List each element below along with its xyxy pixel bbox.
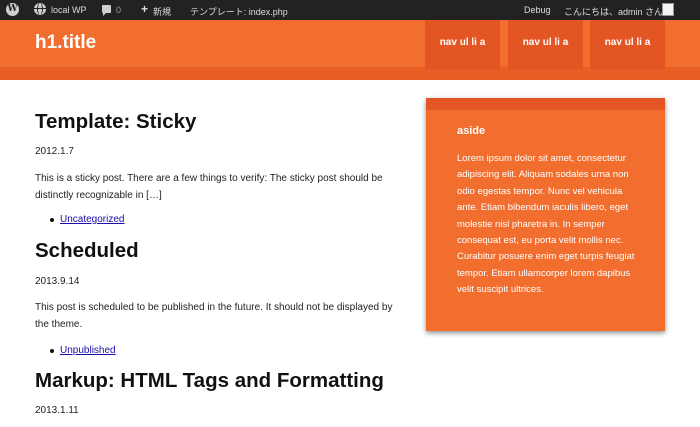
- account-greeting[interactable]: こんにちは、admin さん！: [564, 5, 672, 18]
- aside-title: aside: [457, 125, 486, 137]
- post-title[interactable]: Scheduled: [35, 239, 139, 263]
- sidebar-aside: aside Lorem ipsum dolor sit amet, consec…: [426, 98, 665, 331]
- post-date: 2013.9.14: [35, 276, 80, 287]
- avatar[interactable]: [662, 3, 674, 16]
- comment-icon[interactable]: [102, 5, 111, 16]
- bullet: [50, 218, 54, 222]
- template-info[interactable]: テンプレート: index.php: [190, 5, 288, 18]
- site-title[interactable]: h1.title: [35, 32, 96, 54]
- post-date: 2012.1.7: [35, 146, 74, 157]
- comments-count[interactable]: 0: [116, 5, 121, 15]
- site-globe-icon[interactable]: [34, 3, 46, 15]
- post-title[interactable]: Template: Sticky: [35, 110, 196, 134]
- post-date: 2013.1.11: [35, 405, 79, 416]
- nav-item-2[interactable]: nav ul li a: [508, 20, 583, 70]
- site-name-link[interactable]: local WP: [51, 5, 87, 15]
- post-excerpt: This post is scheduled to be published i…: [35, 302, 393, 330]
- admin-bar: W local WP 0 + 新規 テンプレート: index.php Debu…: [0, 0, 700, 20]
- category-link[interactable]: Uncategorized: [60, 214, 124, 225]
- post-title[interactable]: Markup: HTML Tags and Formatting: [35, 369, 384, 393]
- plus-icon[interactable]: +: [141, 2, 148, 16]
- bullet: [50, 349, 54, 353]
- new-content-link[interactable]: 新規: [153, 5, 171, 18]
- aside-strip: [426, 98, 665, 110]
- aside-text: Lorem ipsum dolor sit amet, consectetur …: [457, 153, 635, 296]
- debug-link[interactable]: Debug: [524, 5, 551, 15]
- nav-item-3[interactable]: nav ul li a: [590, 20, 665, 70]
- category-link[interactable]: Unpublished: [60, 345, 116, 356]
- post-excerpt: This is a sticky post. There are a few t…: [35, 173, 383, 201]
- wordpress-logo-icon[interactable]: W: [6, 3, 19, 16]
- nav-item-1[interactable]: nav ul li a: [425, 20, 500, 70]
